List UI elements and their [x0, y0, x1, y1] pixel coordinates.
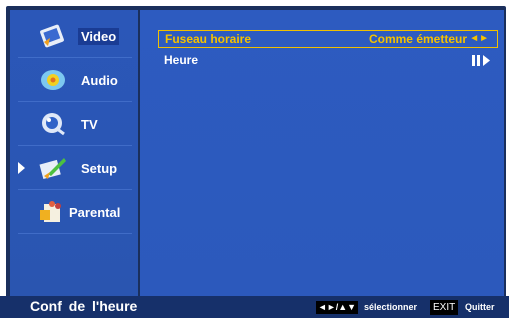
settings-screen: Video Audio TV Setup Parental Fuseau hor… — [0, 0, 509, 318]
left-right-arrows-icon[interactable]: ◄► — [469, 31, 489, 47]
row-value: Comme émetteur — [368, 32, 467, 46]
divider — [18, 233, 132, 234]
selection-cursor-icon — [18, 162, 25, 174]
video-icon — [40, 24, 64, 48]
menu-row-fuseau-horaire[interactable]: Fuseau horaire Comme émetteur ◄► — [158, 30, 498, 48]
sidebar-item-video[interactable]: Video — [10, 14, 138, 58]
sidebar-item-tv[interactable]: TV — [10, 102, 138, 146]
audio-icon — [41, 70, 65, 90]
exit-key-badge[interactable]: EXIT — [430, 300, 459, 315]
sidebar-item-audio[interactable]: Audio — [10, 58, 138, 102]
parental-icon — [40, 201, 61, 222]
sidebar-item-label: Parental — [69, 205, 121, 220]
tv-icon — [42, 113, 65, 136]
nav-keys-icon: ◄►/▲▼ — [316, 301, 358, 314]
row-label: Heure — [164, 53, 199, 67]
sidebar-item-label: Setup — [81, 161, 118, 176]
menu-row-heure[interactable]: Heure — [158, 52, 498, 70]
sidebar-item-setup[interactable]: Setup — [10, 146, 138, 190]
row-label: Fuseau horaire — [165, 32, 252, 46]
exit-hint-text: Quitter — [465, 302, 495, 312]
sidebar-item-label: Video — [78, 28, 120, 45]
footer-bar: Conf de l'heure ◄►/▲▼ sélectionner EXIT … — [0, 296, 509, 318]
setup-icon — [39, 158, 66, 180]
sidebar-item-label: TV — [81, 117, 98, 132]
nav-hint-text: sélectionner — [364, 302, 418, 312]
sidebar-item-parental[interactable]: Parental — [10, 190, 138, 234]
sidebar-item-label: Audio — [81, 73, 118, 88]
footer-title: Conf de l'heure — [30, 298, 138, 314]
enter-submenu-icon[interactable] — [472, 55, 492, 66]
